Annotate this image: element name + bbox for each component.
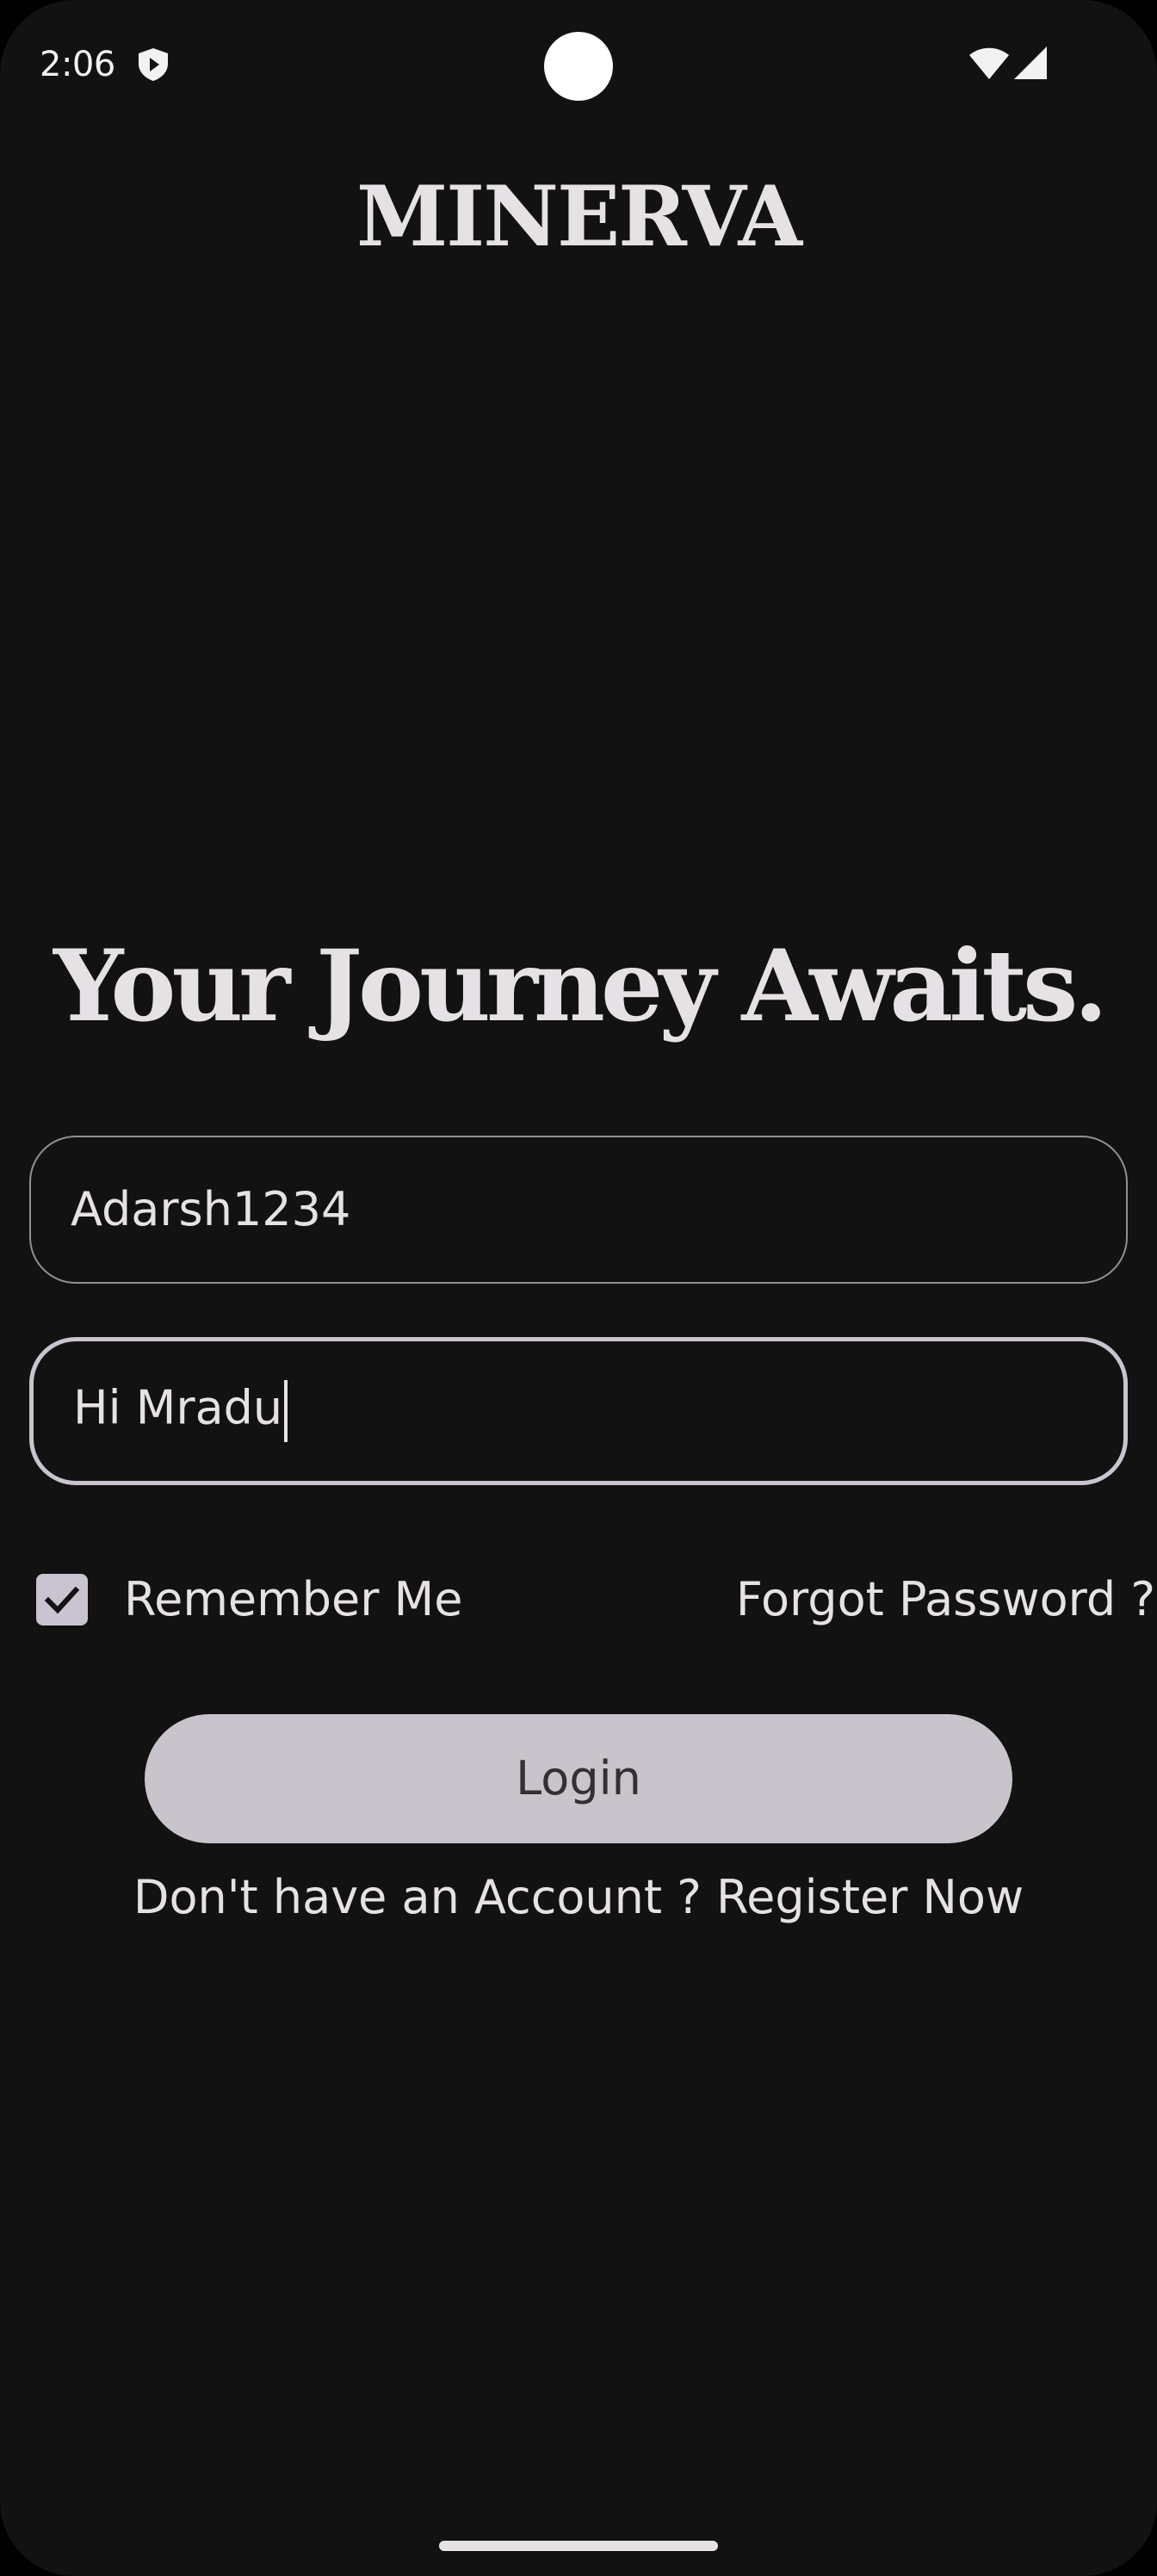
remember-me-checkbox[interactable]: [36, 1574, 88, 1625]
cell-signal-icon: [1014, 46, 1047, 79]
password-field[interactable]: Hi Mradu: [29, 1337, 1128, 1485]
password-value: Hi Mradu: [73, 1380, 283, 1435]
shield-play-icon: [139, 48, 168, 81]
login-screen: 2:06 MINERVA Your Journey Awaits. Adarsh…: [0, 0, 1157, 2576]
page-headline: Your Journey Awaits.: [53, 928, 1108, 1043]
login-button-label: Login: [516, 1751, 641, 1805]
login-button[interactable]: Login: [145, 1714, 1012, 1843]
register-now-link[interactable]: Don't have an Account ? Register Now: [0, 1870, 1157, 1925]
forgot-password-link[interactable]: Forgot Password ?: [736, 1572, 1155, 1627]
status-time: 2:06: [40, 45, 115, 84]
gesture-home-handle[interactable]: [439, 2541, 718, 2551]
camera-cutout: [544, 32, 613, 101]
username-field[interactable]: Adarsh1234: [29, 1136, 1128, 1284]
wifi-icon: [969, 47, 1009, 79]
app-logo-text: MINERVA: [356, 168, 802, 265]
password-value-wrapper: Hi Mradu: [73, 1380, 288, 1442]
username-value: Adarsh1234: [71, 1182, 351, 1236]
remember-me-label[interactable]: Remember Me: [124, 1572, 462, 1627]
checkmark-icon: [44, 1586, 80, 1614]
text-cursor: [284, 1380, 288, 1442]
